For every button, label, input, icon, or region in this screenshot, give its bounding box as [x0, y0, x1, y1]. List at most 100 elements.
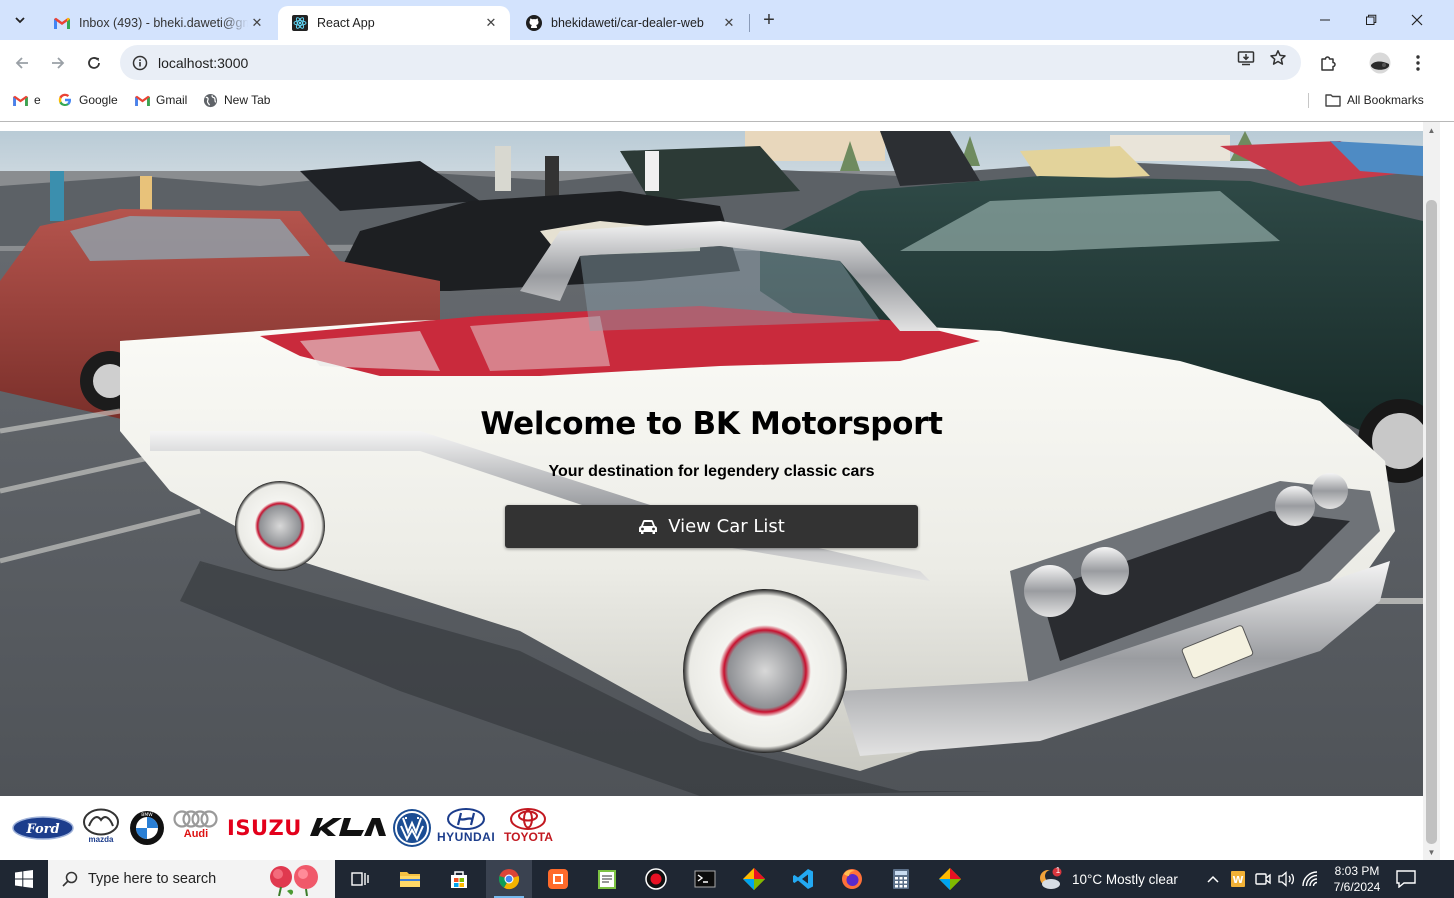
weather-widget[interactable]: 1 [1037, 866, 1065, 892]
start-button[interactable] [0, 860, 48, 898]
terminal-app[interactable] [682, 860, 728, 898]
back-button[interactable] [8, 49, 36, 77]
site-info-button[interactable] [122, 45, 158, 80]
scroll-up-icon[interactable]: ▲ [1426, 124, 1437, 136]
task-view-button[interactable] [337, 860, 383, 898]
chevron-down-icon [15, 17, 25, 24]
page-scrollbar[interactable]: ▲ ▼ [1423, 122, 1440, 860]
microsoft-store-app[interactable] [436, 860, 482, 898]
restore-button[interactable] [1348, 6, 1394, 34]
isuzu-logo[interactable]: ISUZU [227, 816, 302, 840]
close-tab-icon[interactable]: ✕ [248, 14, 266, 32]
view-car-list-label: View Car List [668, 516, 785, 537]
bookmark-label: Gmail [156, 93, 188, 107]
system-clock[interactable]: 8:03 PM 7/6/2024 [1322, 863, 1392, 895]
tab-gmail-inbox[interactable]: Inbox (493) - bheki.daweti@gm ✕ [40, 6, 276, 40]
arrow-right-icon [52, 57, 65, 69]
terminal-icon [694, 870, 716, 888]
close-window-button[interactable] [1394, 6, 1440, 34]
app-diamond[interactable] [731, 860, 777, 898]
extensions-button[interactable] [1314, 49, 1342, 77]
close-tab-icon[interactable]: ✕ [482, 14, 500, 32]
mazda-wordmark: mazda [88, 835, 114, 844]
brand-logos: Ford mazda BMW Audi ISUZU HYUNDAI TOYOTA [0, 796, 1423, 860]
web-page: Welcome to BK Motorsport Your destinatio… [0, 122, 1423, 860]
app-orange[interactable] [535, 860, 581, 898]
audi-logo[interactable]: Audi [173, 810, 219, 840]
app-notepad[interactable] [584, 860, 630, 898]
screen-recorder-app[interactable] [633, 860, 679, 898]
bookmark-gmail[interactable]: Gmail [134, 91, 187, 109]
firefox-icon [842, 869, 862, 889]
tab-title: React App [317, 16, 375, 30]
tray-network[interactable] [1302, 871, 1318, 892]
bookmark-e[interactable]: e [12, 91, 41, 109]
diamond-app-icon [939, 868, 961, 890]
scroll-down-icon[interactable]: ▼ [1426, 846, 1437, 858]
weather-text[interactable]: 10°C Mostly clear [1072, 872, 1178, 887]
chevron-up-icon [1207, 875, 1219, 883]
reload-button[interactable] [80, 49, 108, 77]
minimize-button[interactable] [1302, 6, 1348, 34]
url-text[interactable]: localhost:3000 [158, 55, 1301, 71]
hero-section: Welcome to BK Motorsport Your destinatio… [0, 131, 1423, 796]
tab-github[interactable]: bhekidaweti/car-dealer-web ✕ [512, 6, 748, 40]
hyundai-logo[interactable]: HYUNDAI [437, 808, 495, 844]
hero-text: Welcome to BK Motorsport Your destinatio… [0, 406, 1423, 481]
volkswagen-logo[interactable] [392, 808, 432, 848]
tab-search-button[interactable] [6, 7, 34, 33]
weather-badge: 1 [1055, 866, 1061, 875]
vscode-app[interactable] [780, 860, 826, 898]
notifications-button[interactable] [1396, 870, 1416, 893]
vscode-icon [793, 869, 813, 889]
tray-volume[interactable] [1278, 871, 1296, 892]
toyota-logo[interactable]: TOYOTA [504, 808, 553, 844]
window-edge [1440, 122, 1454, 860]
scroll-thumb[interactable] [1426, 200, 1437, 844]
tray-meet-icon[interactable] [1255, 871, 1271, 892]
close-tab-icon[interactable]: ✕ [720, 14, 738, 32]
gmail-icon [12, 92, 28, 108]
search-icon [62, 871, 78, 887]
mazda-logo[interactable]: mazda [82, 808, 120, 844]
app-diamond-2[interactable] [927, 860, 973, 898]
new-tab-button[interactable]: + [757, 8, 781, 32]
folder-icon [1325, 92, 1341, 108]
profile-avatar[interactable] [1366, 49, 1394, 77]
github-icon [526, 15, 542, 31]
bookmark-star-button[interactable] [1268, 48, 1288, 68]
bookmark-new-tab[interactable]: New Tab [202, 91, 270, 109]
all-bookmarks-label: All Bookmarks [1347, 93, 1424, 107]
diamond-app-icon [743, 868, 765, 890]
forward-button[interactable] [44, 49, 72, 77]
address-bar[interactable]: localhost:3000 [120, 45, 1301, 80]
ford-logo[interactable]: Ford [12, 816, 74, 840]
view-car-list-button[interactable]: View Car List [505, 505, 918, 548]
tab-title: Inbox (493) - bheki.daweti@gm [79, 16, 248, 30]
file-explorer-app[interactable] [387, 860, 433, 898]
hyundai-wordmark: HYUNDAI [437, 830, 496, 844]
svg-text:W: W [1232, 875, 1243, 886]
tray-word-icon[interactable]: W [1230, 870, 1246, 893]
chrome-app[interactable] [486, 860, 532, 898]
restore-icon [1366, 14, 1377, 25]
install-app-button[interactable] [1236, 48, 1256, 68]
bmw-logo[interactable]: BMW [129, 810, 165, 846]
avatar-icon [1369, 52, 1391, 74]
calculator-app[interactable] [878, 860, 924, 898]
kia-logo[interactable] [309, 816, 387, 838]
tab-react-app[interactable]: React App ✕ [278, 6, 510, 40]
chrome-icon [498, 869, 520, 890]
bookmark-google[interactable]: Google [57, 91, 118, 109]
globe-icon [202, 92, 218, 108]
firefox-app[interactable] [829, 860, 875, 898]
show-hidden-icons[interactable] [1206, 872, 1220, 890]
all-bookmarks-button[interactable]: All Bookmarks [1325, 91, 1424, 109]
more-vertical-icon [1416, 55, 1420, 71]
taskbar-search[interactable]: Type here to search [48, 860, 335, 898]
chrome-menu-button[interactable] [1404, 49, 1432, 77]
bookmarks-divider [1308, 93, 1309, 108]
calculator-icon [893, 869, 909, 889]
arrow-left-icon [15, 57, 28, 69]
bookmark-label: New Tab [224, 93, 271, 107]
